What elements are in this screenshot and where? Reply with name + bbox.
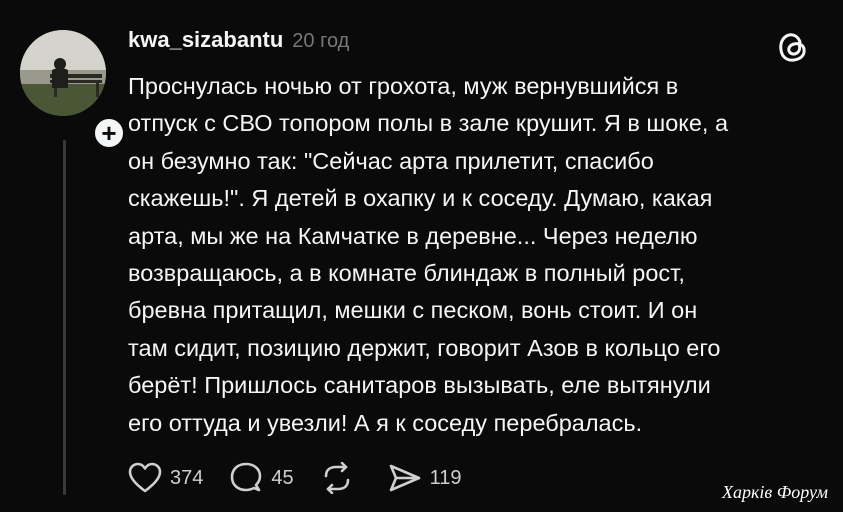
repost-button[interactable] [320,462,354,494]
comment-count: 45 [271,466,294,489]
repost-icon [324,462,349,494]
plus-icon: + [101,118,117,148]
post-body: Проснулась ночью от грохота, муж вернувш… [128,73,729,436]
threads-post: + kwa_sizabantu 20 год Проснулась ночью … [0,0,843,512]
username[interactable]: kwa_sizabantu [128,27,283,53]
like-count: 374 [170,466,204,489]
follow-button[interactable]: + [92,116,126,150]
timestamp[interactable]: 20 год [292,30,349,53]
avatar[interactable] [20,30,106,116]
speech-bubble-icon [231,462,262,492]
comment-button[interactable]: 45 [229,462,294,494]
avatar-container[interactable]: + [20,30,126,150]
send-icon [389,464,420,492]
post-header: kwa_sizabantu 20 год [128,27,349,53]
avatar-image [20,30,106,116]
share-button[interactable]: 119 [388,462,462,494]
like-button[interactable]: 374 [128,462,203,494]
watermark: Харків Форум [722,482,828,502]
threads-logo-icon[interactable] [776,30,810,64]
action-bar: 374 45 119 [128,462,488,494]
share-count: 119 [429,466,462,489]
thread-line [63,140,66,495]
heart-icon [128,462,162,493]
